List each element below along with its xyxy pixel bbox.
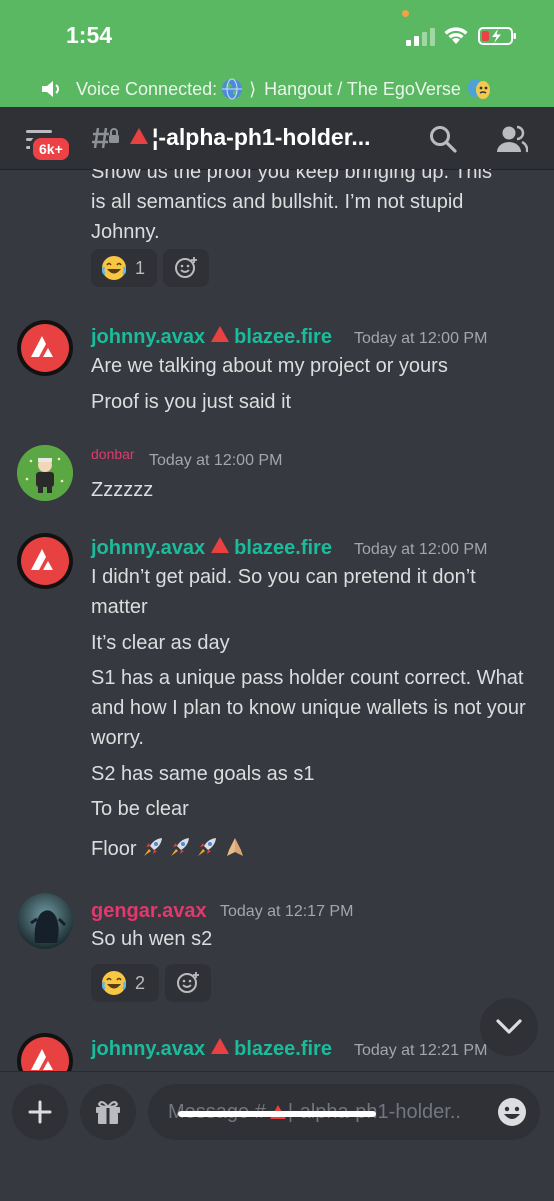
avatar[interactable]	[17, 533, 73, 589]
reaction-count: 2	[135, 972, 146, 993]
clock: 1:54	[66, 22, 113, 48]
reaction-joy[interactable]: 2	[91, 964, 159, 1002]
emoji-picker-icon[interactable]	[496, 1096, 528, 1128]
reaction-joy[interactable]: 1	[91, 249, 157, 287]
gengar-avatar-image	[17, 893, 73, 949]
reaction-count: 1	[135, 257, 146, 278]
channel-title[interactable]: ¦-alpha-ph1-holder...	[130, 124, 371, 151]
message-text: It’s clear as day	[91, 632, 230, 654]
rocket-emoji-icon	[171, 838, 190, 856]
gift-button[interactable]	[80, 1084, 136, 1140]
voice-connected-label: Voice Connected:	[76, 78, 218, 99]
gift-icon	[96, 1101, 120, 1124]
avalanche-triangle-icon	[211, 537, 230, 553]
status-bar: 1:54 Voice Connected: ⟩ Hangout / The Eg…	[0, 0, 554, 107]
author-suffix: blazee.fire	[234, 326, 332, 348]
message-text-with-emoji: Floor	[91, 834, 531, 864]
message-author[interactable]: donbar	[91, 446, 135, 462]
message-text: I didn’t get paid. So you can pretend it…	[91, 566, 476, 618]
voice-channel-name: Hangout / The EgoVerse	[264, 78, 461, 99]
message-author[interactable]: johnny.avax blazee.fire	[91, 326, 332, 349]
message-timestamp: Today at 12:17 PM	[220, 903, 354, 920]
author-suffix: blazee.fire	[234, 1038, 332, 1060]
message-list[interactable]: Show us the proof you keep bringing up. …	[0, 169, 554, 1071]
add-reaction-button[interactable]	[165, 964, 211, 1002]
globe-icon	[222, 78, 243, 100]
members-icon[interactable]	[496, 124, 528, 154]
avalanche-triangle-icon	[211, 1038, 230, 1054]
add-reaction-icon	[177, 972, 199, 993]
message-text: Floor	[91, 838, 137, 860]
avatar[interactable]	[17, 445, 73, 501]
avatar[interactable]	[17, 1033, 73, 1071]
add-reaction-button[interactable]	[163, 249, 209, 287]
rocket-emoji-icon	[144, 838, 163, 856]
message-author[interactable]: johnny.avax blazee.fire	[91, 537, 332, 560]
jump-to-bottom-button[interactable]	[480, 998, 538, 1056]
chevron-right-icon: ⟩	[249, 78, 257, 99]
author-name: johnny.avax	[91, 1038, 206, 1060]
locked-text-channel-icon	[92, 127, 119, 149]
avalanche-triangle-icon	[130, 128, 148, 144]
message-text: So uh wen s2	[91, 928, 213, 950]
channel-header: 6k+ ¦-alpha-ph1-holder...	[0, 107, 554, 170]
message-text: Are we talking about my project or yours	[91, 355, 448, 377]
home-indicator[interactable]	[178, 1111, 376, 1117]
author-name: johnny.avax	[91, 326, 206, 348]
message-text: To be clear	[91, 798, 189, 820]
message-author[interactable]: gengar.avax	[91, 900, 207, 923]
joy-emoji-icon	[101, 971, 127, 995]
avalanche-triangle-icon	[211, 326, 230, 342]
add-reaction-icon	[175, 257, 197, 278]
message-timestamp: Today at 12:21 PM	[354, 1042, 488, 1059]
message-timestamp: Today at 12:00 PM	[149, 452, 283, 469]
chevron-down-icon	[496, 1019, 522, 1034]
privacy-indicator	[402, 10, 409, 17]
avalanche-logo-icon	[31, 549, 53, 570]
message-text: S1 has a unique pass holder count correc…	[91, 667, 526, 749]
mention-count-badge: 6k+	[30, 135, 72, 163]
message-author[interactable]: johnny.avax blazee.fire	[91, 1038, 332, 1061]
cellular-signal-icon	[406, 28, 435, 46]
message-composer: Message #¦-alpha-ph1-holder..	[0, 1071, 554, 1201]
masks-emoji-icon	[467, 79, 490, 99]
message-text: Proof is you just said it	[91, 391, 292, 413]
author-suffix: blazee.fire	[234, 537, 332, 559]
add-attachment-button[interactable]	[12, 1084, 68, 1140]
message-text: Show us the proof you keep bringing up. …	[91, 169, 492, 243]
message-timestamp: Today at 12:00 PM	[354, 330, 488, 347]
avalanche-logo-icon	[31, 336, 53, 357]
channel-name-text: ¦-alpha-ph1-holder...	[152, 124, 371, 150]
voice-connected-bar[interactable]: Voice Connected: ⟩ Hangout / The EgoVers…	[40, 76, 491, 102]
author-name: johnny.avax	[91, 537, 206, 559]
message-text: S2 has same goals as s1	[91, 763, 315, 785]
avalanche-logo-icon	[31, 1049, 53, 1070]
joy-emoji-icon	[101, 256, 127, 280]
plus-icon	[28, 1100, 52, 1124]
avatar[interactable]	[17, 893, 73, 949]
speaker-icon	[42, 81, 59, 97]
battery-charging-icon	[478, 27, 516, 45]
rocket-emoji-icon	[198, 838, 217, 856]
message-timestamp: Today at 12:00 PM	[354, 541, 488, 558]
search-icon[interactable]	[429, 125, 457, 153]
wifi-icon	[444, 27, 468, 44]
avatar[interactable]	[17, 320, 73, 376]
donbar-avatar-image	[17, 445, 73, 501]
message-text: Zzzzzz	[91, 479, 154, 501]
folded-hands-emoji-icon	[227, 838, 244, 856]
